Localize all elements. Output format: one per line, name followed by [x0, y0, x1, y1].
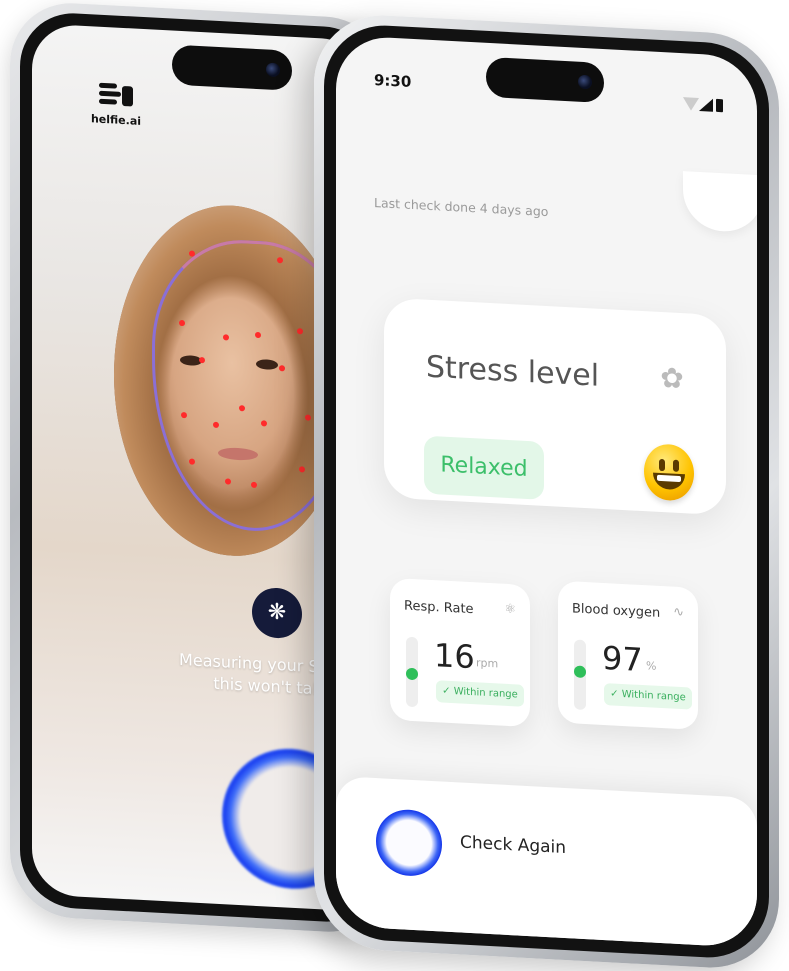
dynamic-island — [172, 44, 292, 91]
landmark-dot — [305, 414, 311, 421]
check-again-button[interactable]: Check Again — [460, 832, 566, 858]
range-text: Within range — [621, 688, 686, 704]
check-again-orb[interactable] — [376, 808, 442, 878]
landmark-dot — [189, 250, 195, 257]
landmark-dot — [299, 466, 305, 473]
landmark-dot — [297, 328, 303, 335]
metric-label: Blood oxygen — [572, 601, 661, 621]
metric-label: Resp. Rate — [404, 598, 474, 618]
dynamic-island — [486, 56, 604, 104]
level-knob — [406, 667, 418, 681]
results-screen: 9:30 Last check done 4 days ago Stress l… — [336, 34, 757, 949]
landmark-dot — [213, 421, 219, 428]
metric-unit: % — [646, 659, 657, 673]
metric-unit: rpm — [476, 656, 499, 671]
range-badge: ✓ Within range — [436, 680, 524, 707]
landmark-dot — [279, 365, 285, 372]
front-camera-icon — [578, 74, 592, 90]
landmark-dot — [189, 458, 195, 465]
metric-value: 97 — [602, 638, 643, 680]
stress-status-badge: Relaxed — [424, 435, 544, 500]
landmark-dot — [277, 257, 283, 264]
level-knob — [574, 665, 586, 679]
status-icons — [683, 97, 727, 113]
brand-name: helfie.ai — [90, 112, 142, 128]
landmark-dot — [255, 331, 261, 339]
wifi-icon — [683, 97, 699, 111]
lungs-icon: ⚛ — [504, 601, 516, 618]
metric-value: 16 — [434, 636, 475, 677]
brain-outline-icon: ✿ — [660, 360, 684, 396]
landmark-dot — [261, 420, 267, 427]
check-again-sheet: Check Again — [336, 775, 757, 949]
helfie-logo-icon — [99, 77, 133, 113]
level-bar — [574, 639, 586, 711]
stress-level-card[interactable]: Stress level ✿ Relaxed — [384, 297, 726, 516]
landmark-dot — [223, 334, 229, 341]
landmark-dot — [199, 356, 205, 364]
blood-oxygen-card[interactable]: Blood oxygen ∿ 97 % ✓ Within range — [558, 580, 698, 730]
stress-card-title: Stress level — [426, 349, 600, 394]
landmark-dot — [181, 412, 187, 419]
helfie-logo: helfie.ai — [86, 76, 146, 128]
range-text: Within range — [453, 686, 518, 701]
battery-icon — [716, 98, 723, 113]
landmark-dot — [239, 405, 245, 412]
front-camera-icon — [266, 62, 280, 78]
profile-card-edge — [683, 171, 757, 234]
status-time: 9:30 — [374, 70, 412, 91]
landmark-dot — [225, 478, 231, 485]
smiling-face-icon — [644, 443, 694, 502]
landmark-dot — [251, 481, 257, 488]
last-check-text: Last check done 4 days ago — [374, 194, 549, 220]
resp-rate-card[interactable]: Resp. Rate ⚛ 16 rpm ✓ Within range — [390, 577, 530, 728]
level-bar — [406, 636, 418, 708]
pulse-icon: ∿ — [673, 604, 684, 621]
brain-icon: ❋ — [252, 586, 302, 640]
signal-icon — [699, 97, 713, 112]
range-badge: ✓ Within range — [604, 683, 692, 710]
right-phone: 9:30 Last check done 4 days ago Stress l… — [314, 11, 779, 971]
landmark-dot — [179, 319, 185, 327]
